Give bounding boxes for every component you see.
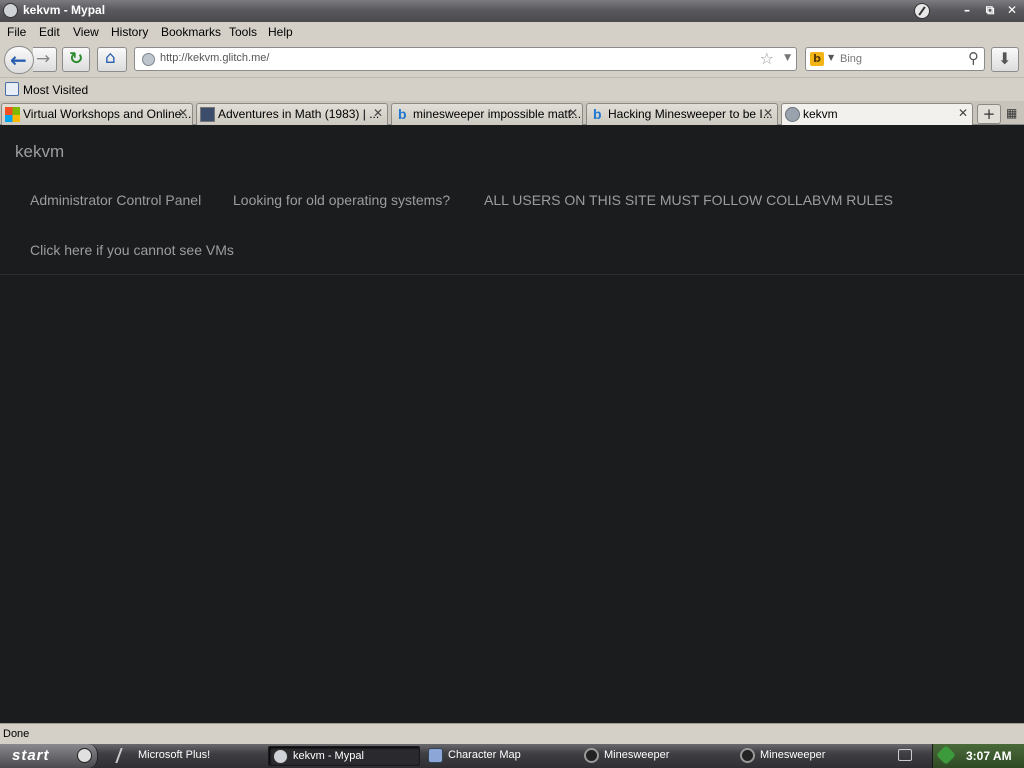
most-visited-bookmark[interactable]: Most Visited [23, 83, 88, 97]
site-brand[interactable]: kekvm [15, 142, 64, 162]
search-input[interactable]: Bing [840, 53, 862, 65]
url-dropdown-icon[interactable]: ▼ [784, 53, 791, 63]
tab-label: Adventures in Math (1983) | ... [218, 107, 380, 121]
start-orb-icon [77, 748, 92, 763]
tab-close-icon[interactable]: ✕ [373, 106, 383, 120]
bing-icon [590, 106, 605, 122]
page-content: kekvm Administrator Control Panel Lookin… [0, 125, 1024, 723]
tab-minesweeper-impossible[interactable]: minesweeper impossible matt... ✕ [391, 103, 583, 125]
video-icon [200, 107, 215, 122]
url-bar[interactable]: http://kekvm.glitch.me/ ☆ ▼ [134, 47, 797, 71]
globe-icon [785, 107, 800, 122]
task-microsoft-plus[interactable]: Microsoft Plus! [114, 746, 264, 766]
minimize-button[interactable]: – [958, 2, 976, 19]
browser-icon [273, 749, 288, 764]
task-label: Minesweeper [604, 749, 670, 761]
task-label: Microsoft Plus! [138, 749, 211, 761]
task-character-map[interactable]: Character Map [424, 746, 576, 766]
charmap-icon [428, 748, 443, 763]
keyboard-icon[interactable] [898, 749, 912, 761]
task-label: Minesweeper [760, 749, 826, 761]
bing-icon [395, 106, 410, 122]
tab-list-icon[interactable]: ▦ [1006, 106, 1017, 120]
task-minesweeper-1[interactable]: Minesweeper [580, 746, 732, 766]
url-text[interactable]: http://kekvm.glitch.me/ [160, 52, 269, 64]
restore-button[interactable]: ⧉ [981, 2, 999, 19]
menu-history[interactable]: History [111, 25, 148, 39]
microsoft-icon [5, 107, 20, 122]
site-navbar: kekvm Administrator Control Panel Lookin… [0, 125, 1024, 275]
menu-file[interactable]: File [7, 25, 26, 39]
menu-tools[interactable]: Tools [229, 25, 257, 39]
tab-label: Virtual Workshops and Online... [23, 107, 192, 121]
tab-adventures-in-math[interactable]: Adventures in Math (1983) | ... ✕ [196, 103, 388, 125]
status-text: Done [3, 728, 30, 740]
tray-app-icon[interactable] [936, 745, 956, 765]
bing-engine-icon[interactable]: b [810, 52, 824, 66]
bookmark-star-icon[interactable]: ☆ [760, 49, 774, 68]
task-kekvm-mypal[interactable]: kekvm - Mypal [268, 746, 420, 766]
bookmarks-toolbar: Most Visited [0, 77, 1024, 101]
cannot-see-vms-link[interactable]: Click here if you cannot see VMs [30, 242, 234, 258]
close-window-button[interactable]: ✕ [1003, 2, 1021, 19]
menu-bookmarks[interactable]: Bookmarks [161, 25, 221, 39]
forward-button[interactable] [33, 47, 57, 72]
window-extra-icon[interactable] [914, 3, 930, 19]
mypal-app-icon[interactable] [3, 3, 18, 18]
start-button[interactable]: start [0, 744, 98, 768]
menu-help[interactable]: Help [268, 25, 293, 39]
tab-label: minesweeper impossible matt... [413, 107, 582, 121]
task-label: kekvm - Mypal [293, 750, 364, 762]
home-button[interactable] [97, 47, 127, 72]
back-button[interactable] [4, 46, 34, 74]
tab-kekvm[interactable]: kekvm ✕ [781, 103, 973, 126]
downloads-button[interactable] [991, 47, 1019, 72]
clock[interactable]: 3:07 AM [966, 749, 1012, 763]
minesweeper-icon [584, 748, 599, 763]
magnifier-icon[interactable]: ⚲ [968, 49, 979, 67]
new-tab-button[interactable]: + [977, 104, 1001, 124]
search-bar[interactable]: b ▼ Bing ⚲ [805, 47, 985, 71]
plus-icon [115, 748, 136, 763]
status-bar: Done [0, 723, 1024, 744]
title-bar: kekvm - Mypal – ⧉ ✕ [0, 0, 1024, 22]
menu-edit[interactable]: Edit [39, 25, 60, 39]
task-label: Character Map [448, 749, 521, 761]
tab-label: kekvm [803, 107, 838, 121]
search-engine-dropdown-icon[interactable]: ▼ [828, 53, 834, 62]
admin-control-panel-link[interactable]: Administrator Control Panel [30, 192, 201, 208]
collabvm-rules-link[interactable]: ALL USERS ON THIS SITE MUST FOLLOW COLLA… [484, 192, 893, 208]
tab-strip: Virtual Workshops and Online... ✕ Advent… [0, 101, 1024, 126]
tab-close-icon[interactable]: ✕ [958, 106, 968, 120]
menu-view[interactable]: View [73, 25, 99, 39]
window-title: kekvm - Mypal [23, 3, 106, 17]
tab-hacking-minesweeper[interactable]: Hacking Minesweeper to be I... ✕ [586, 103, 778, 125]
menu-bar: File Edit View History Bookmarks Tools H… [0, 22, 1024, 42]
tab-close-icon[interactable]: ✕ [178, 106, 188, 120]
tab-label: Hacking Minesweeper to be I... [608, 107, 773, 121]
minesweeper-icon [740, 748, 755, 763]
task-minesweeper-2[interactable]: Minesweeper [736, 746, 888, 766]
taskbar: start Microsoft Plus! kekvm - Mypal Char… [0, 744, 1024, 768]
start-label: start [12, 747, 50, 764]
tab-close-icon[interactable]: ✕ [763, 106, 773, 120]
old-operating-systems-link[interactable]: Looking for old operating systems? [233, 192, 450, 208]
tab-close-icon[interactable]: ✕ [568, 106, 578, 120]
system-tray: 3:07 AM [932, 744, 1024, 768]
site-globe-icon[interactable] [142, 53, 155, 66]
most-visited-icon [5, 82, 19, 96]
tab-virtual-workshops[interactable]: Virtual Workshops and Online... ✕ [1, 103, 193, 125]
reload-button[interactable] [62, 47, 90, 72]
